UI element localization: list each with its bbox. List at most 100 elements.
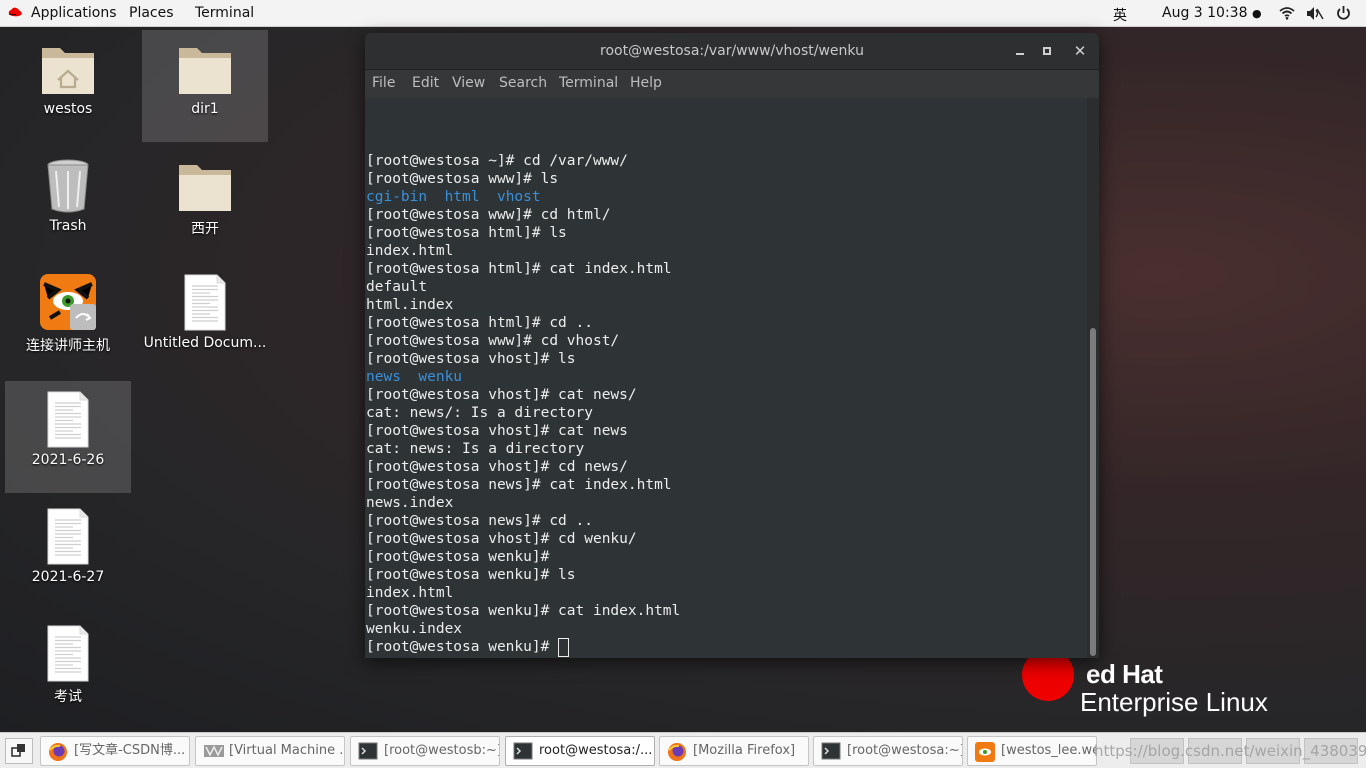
directory-entry: vhost bbox=[496, 189, 541, 205]
terminal-line: [root@westosa vhost]# cat news/ bbox=[366, 387, 637, 403]
taskbar-item-0[interactable]: [写文章-CSDN博... bbox=[40, 736, 190, 766]
volume-muted-icon[interactable] bbox=[1306, 6, 1324, 21]
brand-line-1: ed Hat bbox=[1086, 659, 1163, 689]
terminal-line: default bbox=[366, 279, 428, 295]
terminal-menubar: File Edit View Search Terminal Help bbox=[365, 70, 1099, 98]
top-bar: Applications Places Terminal 英 Aug 3 10:… bbox=[0, 0, 1366, 27]
taskbar-item-4[interactable]: [Mozilla Firefox] bbox=[659, 736, 809, 766]
terminal-line: [root@westosa html]# cd .. bbox=[366, 315, 593, 331]
brand-line-2: Enterprise Linux bbox=[1080, 687, 1268, 717]
terminal-line: [root@westosa news]# cat index.html bbox=[366, 477, 672, 493]
scrollbar-thumb[interactable] bbox=[1090, 328, 1096, 656]
firefox-icon bbox=[48, 742, 68, 761]
minimize-icon bbox=[1016, 53, 1024, 55]
menu-help[interactable]: Help bbox=[630, 75, 662, 91]
virt-manager-icon bbox=[203, 742, 224, 760]
desktop-icon-3[interactable]: 西开 bbox=[142, 147, 268, 259]
terminal-line: news wenku bbox=[366, 368, 462, 386]
tiger-vnc-icon bbox=[40, 274, 96, 332]
menu-view[interactable]: View bbox=[452, 75, 485, 91]
input-method-indicator[interactable]: 英 bbox=[1113, 5, 1127, 25]
desktop-icon-label: 西开 bbox=[191, 221, 219, 237]
terminal-line: html.index bbox=[366, 297, 454, 313]
terminal-line: [root@westosa vhost]# ls bbox=[366, 351, 576, 367]
terminal-window[interactable]: root@westosa:/var/www/vhost/wenku ✕ File… bbox=[365, 33, 1099, 658]
home-folder-icon bbox=[40, 40, 96, 98]
desktop-icon-0[interactable]: westos bbox=[5, 30, 131, 142]
menu-search[interactable]: Search bbox=[499, 75, 547, 91]
taskbar-item-label: [写文章-CSDN博... bbox=[74, 743, 186, 758]
applications-menu[interactable]: Applications bbox=[31, 5, 117, 21]
redhat-brand-watermark: ed Hat Enterprise Linux bbox=[1022, 649, 1330, 719]
terminal-line: index.html bbox=[366, 585, 454, 601]
terminal-line: index.html bbox=[366, 243, 454, 259]
menu-file[interactable]: File bbox=[372, 75, 395, 91]
desktop-icon-6[interactable]: 2021-6-26 bbox=[5, 381, 131, 493]
directory-entry: news bbox=[366, 369, 401, 385]
clock-text: Aug 3 10:38 bbox=[1162, 5, 1248, 21]
redhat-logo-icon bbox=[8, 7, 22, 17]
close-button[interactable]: ✕ bbox=[1070, 41, 1090, 61]
show-desktop-button[interactable] bbox=[5, 738, 33, 764]
desktop-icon-label: 连接讲师主机 bbox=[26, 338, 110, 354]
terminal-icon bbox=[513, 742, 533, 760]
show-desktop-icon bbox=[11, 744, 25, 757]
terminal-line: [root@westosa vhost]# cd wenku/ bbox=[366, 531, 637, 547]
terminal-icon bbox=[358, 742, 378, 760]
terminal-line: [root@westosa news]# cd .. bbox=[366, 513, 593, 529]
terminal-line: [root@westosa html]# ls bbox=[366, 225, 567, 241]
wifi-icon[interactable] bbox=[1279, 6, 1295, 20]
terminal-line: cat: news: Is a directory bbox=[366, 441, 585, 457]
taskbar-item-1[interactable]: [Virtual Machine ... bbox=[195, 736, 345, 766]
taskbar-item-5[interactable]: [root@westosa:~] bbox=[813, 736, 963, 766]
terminal-line: [root@westosa vhost]# cat news bbox=[366, 423, 628, 439]
terminal-line: [root@westosa vhost]# cd news/ bbox=[366, 459, 628, 475]
desktop-icon-5[interactable]: Untitled Docum... bbox=[142, 264, 268, 376]
terminal-line: wenku.index bbox=[366, 621, 463, 637]
terminal-line: [root@westosa ~]# cd /var/www/ bbox=[366, 153, 628, 169]
clock-dot: ● bbox=[1251, 7, 1262, 20]
taskbar-item-label: [root@westosb:~] bbox=[384, 743, 500, 758]
taskbar-item-2[interactable]: [root@westosb:~] bbox=[350, 736, 500, 766]
places-menu[interactable]: Places bbox=[129, 5, 174, 21]
desktop-icon-2[interactable]: Trash bbox=[5, 147, 131, 259]
trash-icon bbox=[40, 157, 96, 215]
terminal-line: cat: news/: Is a directory bbox=[366, 405, 593, 421]
folder-icon bbox=[177, 157, 233, 215]
directory-entry: html bbox=[444, 189, 480, 205]
desktop-icon-4[interactable]: 连接讲师主机 bbox=[5, 264, 131, 376]
clock[interactable]: Aug 3 10:38 ● bbox=[1162, 5, 1262, 21]
terminal-output[interactable]: [root@westosa ~]# cd /var/www/ [root@west… bbox=[365, 98, 1087, 658]
desktop-icon-7[interactable]: 2021-6-27 bbox=[5, 498, 131, 610]
desktop-icon-1[interactable]: dir1 bbox=[142, 30, 268, 142]
desktop-icon-label: Trash bbox=[49, 218, 87, 234]
tiger-vnc-icon bbox=[975, 742, 995, 762]
window-title: root@westosa:/var/www/vhost/wenku bbox=[600, 43, 864, 59]
terminal-line: [root@westosa wenku]# ls bbox=[366, 567, 576, 583]
terminal-titlebar[interactable]: root@westosa:/var/www/vhost/wenku ✕ bbox=[365, 33, 1099, 70]
taskbar-item-3[interactable]: root@westosa:/... bbox=[505, 736, 655, 766]
power-icon[interactable] bbox=[1336, 5, 1351, 21]
minimize-button[interactable] bbox=[1010, 41, 1030, 61]
taskbar-item-label: [Virtual Machine ... bbox=[229, 743, 345, 758]
document-icon bbox=[40, 625, 96, 683]
menu-edit[interactable]: Edit bbox=[412, 75, 439, 91]
desktop-icon-8[interactable]: 考试 bbox=[5, 615, 131, 727]
taskbar-item-6[interactable]: [westos_lee.westo... bbox=[967, 736, 1097, 766]
csdn-watermark: https://blog.csdn.net/weixin_43803940 bbox=[1094, 742, 1366, 760]
maximize-button[interactable] bbox=[1037, 41, 1057, 61]
terminal-app-menu[interactable]: Terminal bbox=[195, 5, 254, 21]
document-icon bbox=[40, 391, 96, 449]
terminal-line: cgi-bin html vhost bbox=[366, 188, 541, 206]
document-icon bbox=[177, 274, 233, 332]
desktop-icon-label: 2021-6-27 bbox=[31, 569, 105, 585]
directory-entry: wenku bbox=[418, 369, 463, 385]
taskbar-item-label: root@westosa:/... bbox=[539, 743, 653, 758]
terminal-cursor bbox=[558, 638, 570, 657]
menu-terminal[interactable]: Terminal bbox=[559, 75, 618, 91]
terminal-line: [root@westosa www]# cd html/ bbox=[366, 207, 611, 223]
desktop-icon-label: 考试 bbox=[54, 689, 82, 705]
maximize-icon bbox=[1043, 47, 1051, 55]
terminal-line: [root@westosa html]# cat index.html bbox=[366, 261, 672, 277]
desktop-icon-label: dir1 bbox=[191, 101, 219, 117]
